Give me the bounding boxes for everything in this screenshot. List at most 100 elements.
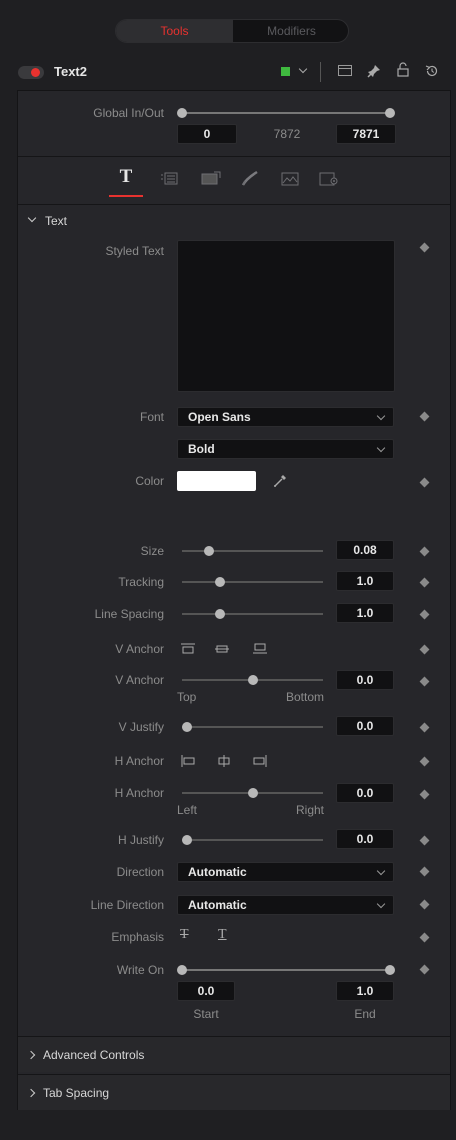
- font-label: Font: [139, 410, 164, 424]
- font-style-value: Bold: [188, 442, 215, 456]
- write-on-label: Write On: [116, 963, 164, 977]
- direction-value: Automatic: [188, 865, 247, 879]
- font-family-dropdown[interactable]: Open Sans: [177, 407, 394, 427]
- underline-icon[interactable]: T: [218, 927, 227, 943]
- global-range-track[interactable]: [182, 112, 389, 114]
- h-anchor-knob[interactable]: [247, 788, 258, 798]
- size-label: Size: [140, 544, 164, 558]
- align-left-icon[interactable]: [180, 754, 196, 768]
- write-on-end-field[interactable]: 1.0: [336, 981, 394, 1001]
- tab-tools[interactable]: Tools: [116, 20, 233, 42]
- section-tab-spacing-title: Tab Spacing: [43, 1085, 110, 1100]
- lock-icon[interactable]: [396, 62, 410, 78]
- h-justify-field[interactable]: 0.0: [336, 829, 394, 849]
- tab-settings-icon[interactable]: [318, 170, 340, 188]
- node-name: Text2: [54, 64, 87, 79]
- h-justify-knob[interactable]: [182, 835, 192, 845]
- font-style-dropdown[interactable]: Bold: [177, 439, 394, 459]
- h-anchor-buttons-label: H Anchor: [114, 754, 164, 768]
- tools-modifiers-switch: Tools Modifiers: [115, 19, 349, 43]
- v-justify-knob[interactable]: [182, 722, 192, 732]
- toggle-dot: [31, 68, 40, 77]
- write-on-start-knob[interactable]: [177, 965, 187, 975]
- global-out-field[interactable]: 7871: [336, 124, 396, 144]
- v-anchor-label: V Anchor: [115, 673, 164, 687]
- h-anchor-min-label: Left: [177, 803, 198, 817]
- v-anchor-field[interactable]: 0.0: [336, 670, 394, 690]
- line-spacing-field[interactable]: 1.0: [336, 603, 394, 623]
- tracking-field[interactable]: 1.0: [336, 571, 394, 591]
- v-justify-field[interactable]: 0.0: [336, 716, 394, 736]
- tab-image-icon[interactable]: [280, 170, 300, 188]
- chevron-right-icon: [26, 1088, 36, 1097]
- direction-label: Direction: [116, 865, 164, 879]
- styled-text-label: Styled Text: [105, 244, 164, 258]
- strikethrough-icon[interactable]: T: [180, 927, 189, 943]
- align-center-icon[interactable]: [216, 754, 232, 768]
- tab-active-underline: [109, 195, 143, 197]
- tab-modifiers[interactable]: Modifiers: [233, 20, 348, 42]
- tracking-knob[interactable]: [214, 577, 225, 587]
- v-anchor-slider[interactable]: [182, 675, 323, 685]
- font-family-value: Open Sans: [188, 410, 251, 424]
- global-in-knob[interactable]: [177, 108, 187, 118]
- divider: [18, 204, 450, 205]
- chevron-right-icon: [26, 1050, 36, 1059]
- align-middle-icon[interactable]: [214, 642, 230, 656]
- section-advanced-controls[interactable]: Advanced Controls: [18, 1036, 450, 1072]
- versions-icon[interactable]: [338, 65, 352, 76]
- h-anchor-label: H Anchor: [114, 786, 164, 800]
- align-bottom-icon[interactable]: [252, 642, 268, 656]
- tracking-slider[interactable]: [182, 577, 323, 587]
- color-swatch[interactable]: [177, 471, 256, 491]
- v-justify-slider[interactable]: [182, 722, 323, 732]
- align-right-icon[interactable]: [252, 754, 268, 768]
- line-spacing-knob[interactable]: [214, 609, 225, 619]
- v-anchor-min-label: Top: [177, 690, 197, 704]
- v-anchor-knob[interactable]: [247, 675, 258, 685]
- tab-layout-icon[interactable]: [159, 170, 179, 188]
- size-field[interactable]: 0.08: [336, 540, 394, 560]
- tab-text-icon[interactable]: T: [117, 167, 135, 187]
- global-in-field[interactable]: 0: [177, 124, 237, 144]
- section-advanced-title: Advanced Controls: [43, 1047, 145, 1062]
- global-in-out-label: Global In/Out: [93, 106, 164, 120]
- v-anchor-buttons-label: V Anchor: [115, 642, 164, 656]
- node-color-swatch[interactable]: [281, 67, 290, 76]
- write-on-start-label: Start: [193, 1007, 219, 1021]
- size-slider[interactable]: [182, 546, 323, 556]
- line-spacing-slider[interactable]: [182, 609, 323, 619]
- tab-transform-icon[interactable]: [199, 170, 223, 188]
- write-on-range-track[interactable]: [182, 969, 389, 971]
- write-on-end-label: End: [354, 1007, 376, 1021]
- write-on-end-knob[interactable]: [385, 965, 395, 975]
- global-duration: 7872: [273, 127, 301, 141]
- eyedropper-icon[interactable]: [272, 473, 288, 489]
- tab-shading-icon[interactable]: [240, 169, 260, 189]
- direction-dropdown[interactable]: Automatic: [177, 862, 394, 882]
- emphasis-label: Emphasis: [111, 930, 164, 944]
- chevron-down-icon: [376, 866, 386, 876]
- divider: [320, 62, 321, 82]
- h-justify-slider[interactable]: [182, 835, 323, 845]
- chevron-down-icon: [376, 411, 386, 421]
- tracking-label: Tracking: [118, 575, 164, 589]
- h-anchor-slider[interactable]: [182, 788, 323, 798]
- reset-icon[interactable]: [424, 63, 440, 79]
- node-enable-toggle[interactable]: [18, 66, 44, 79]
- section-text-title[interactable]: Text: [45, 214, 67, 228]
- divider: [18, 156, 450, 157]
- h-anchor-field[interactable]: 0.0: [336, 783, 394, 803]
- chevron-down-icon: [376, 899, 386, 909]
- global-out-knob[interactable]: [385, 108, 395, 118]
- line-direction-label: Line Direction: [90, 898, 164, 912]
- pin-icon[interactable]: [366, 63, 382, 79]
- line-direction-value: Automatic: [188, 898, 247, 912]
- section-tab-spacing[interactable]: Tab Spacing: [18, 1074, 450, 1110]
- line-direction-dropdown[interactable]: Automatic: [177, 895, 394, 915]
- h-anchor-max-label: Right: [295, 803, 324, 817]
- chevron-down-icon[interactable]: [298, 64, 308, 74]
- styled-text-input[interactable]: [177, 240, 395, 392]
- write-on-start-field[interactable]: 0.0: [177, 981, 235, 1001]
- align-top-icon[interactable]: [180, 642, 196, 656]
